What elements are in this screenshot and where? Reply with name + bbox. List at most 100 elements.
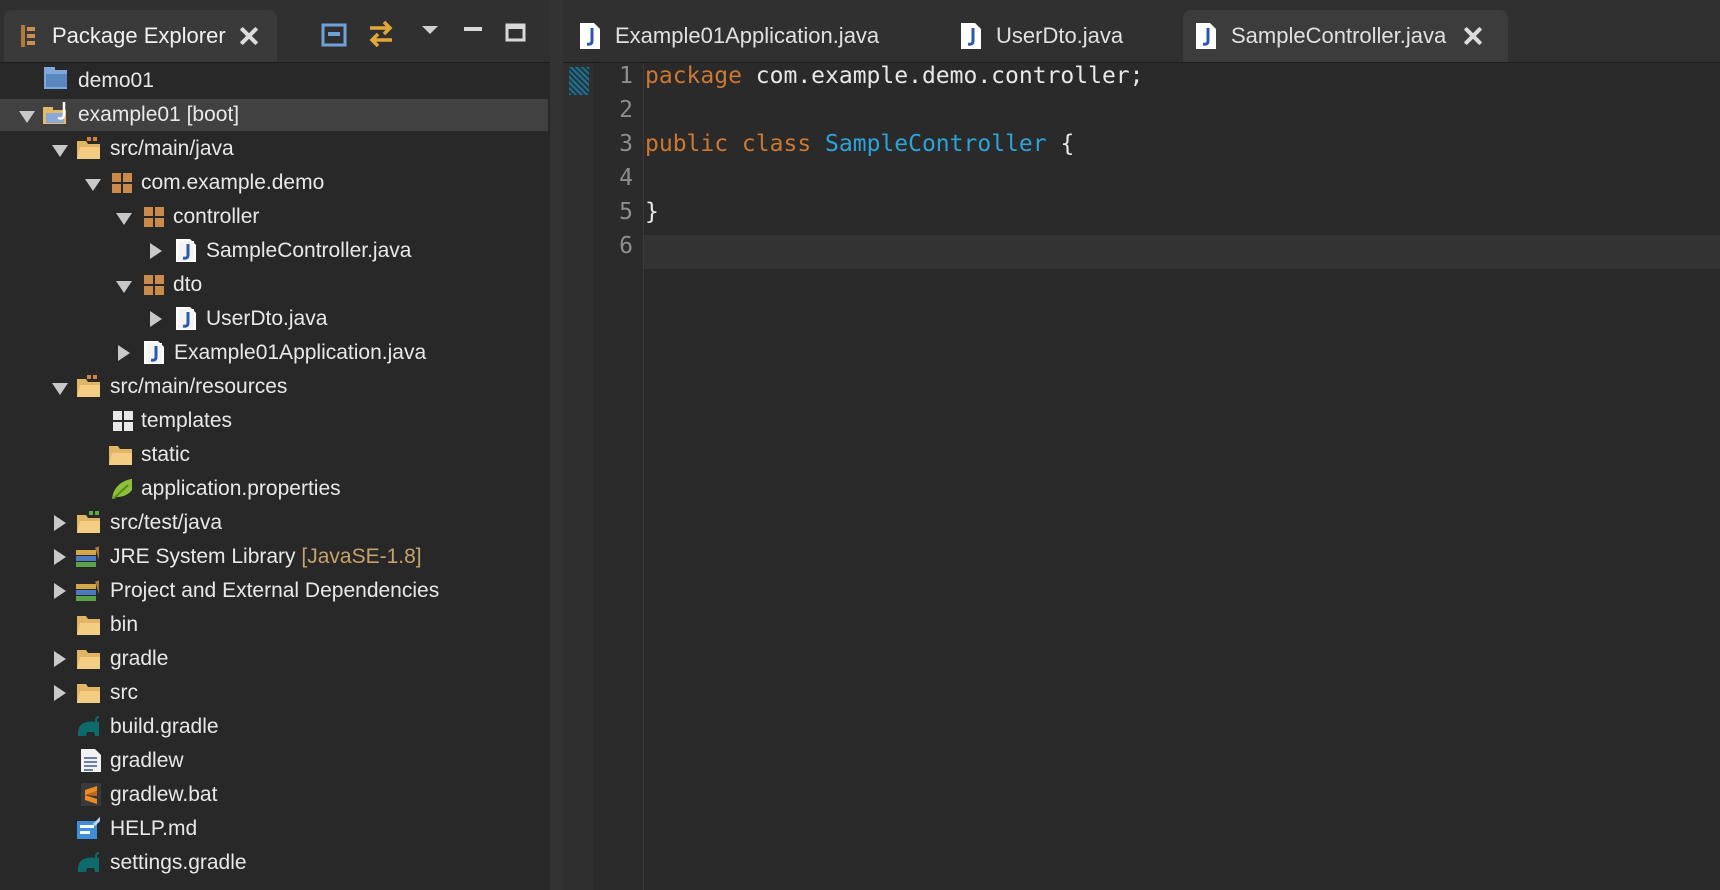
expand-twisty[interactable] — [54, 685, 66, 701]
gradle-elephant-icon — [77, 852, 99, 872]
source-folder-icon — [77, 511, 100, 533]
tree-item-samplecontroller[interactable]: SampleController.java — [0, 235, 548, 267]
tab-example01application[interactable]: Example01Application.java — [567, 10, 907, 62]
tree-item-label: settings.gradle — [110, 851, 247, 874]
keyword: public class — [645, 131, 812, 157]
folder-icon — [77, 684, 100, 703]
tab-userdto[interactable]: UserDto.java — [948, 10, 1148, 62]
minimize-icon[interactable] — [462, 24, 486, 36]
overview-ruler — [563, 63, 593, 890]
panel-splitter[interactable] — [550, 0, 564, 890]
expand-twisty[interactable] — [118, 345, 130, 361]
class-name: SampleController — [825, 131, 1047, 157]
tree-item-static[interactable]: static — [0, 439, 548, 471]
java-file-icon — [144, 341, 164, 364]
line-number: 1 — [619, 63, 633, 89]
code-line-1: package com.example.demo.controller; — [645, 63, 1144, 89]
tree-item-label: static — [141, 443, 191, 466]
tree-item-build-gradle[interactable]: build.gradle — [0, 711, 548, 743]
tree-item-label: application.properties — [141, 477, 341, 500]
tree-item-label: src — [110, 681, 138, 704]
link-with-editor-icon[interactable] — [364, 18, 398, 50]
expand-twisty[interactable] — [19, 111, 35, 123]
tree-item-label: src/main/resources — [110, 375, 288, 398]
code-line-5: } — [645, 199, 659, 225]
java-file-icon — [176, 239, 196, 262]
tree-item-label: JRE System Library [JavaSE-1.8] — [110, 545, 422, 568]
tab-label: UserDto.java — [996, 23, 1124, 48]
tree-item-gradle[interactable]: gradle — [0, 643, 548, 675]
tree-item-gradlew[interactable]: gradlew — [0, 745, 548, 777]
tab-label: SampleController.java — [1231, 23, 1447, 48]
maximize-icon[interactable] — [504, 22, 528, 46]
tree-item-gradlew-bat[interactable]: gradlew.bat — [0, 779, 548, 811]
library-decoration: [JavaSE-1.8] — [301, 545, 422, 568]
expand-twisty[interactable] — [52, 145, 68, 157]
library-icon — [76, 546, 99, 567]
code-editor[interactable]: 1 2 3 4 5 6 package com.example.demo.con… — [563, 63, 1720, 890]
tree-item-src[interactable]: src — [0, 677, 548, 709]
tree-item-label: bin — [110, 613, 139, 636]
tree-item-label: SampleController.java — [206, 239, 412, 262]
expand-twisty[interactable] — [150, 311, 162, 327]
expand-twisty[interactable] — [116, 213, 132, 225]
tree-item-src-test-java[interactable]: src/test/java — [0, 507, 548, 539]
tree-item-settings-gradle[interactable]: settings.gradle — [0, 847, 548, 879]
tab-label: Example01Application.java — [615, 23, 880, 48]
tree-item-bin[interactable]: bin — [0, 609, 548, 641]
tree-item-help-md[interactable]: HELP.md — [0, 813, 548, 845]
expand-twisty[interactable] — [54, 549, 66, 565]
java-file-icon — [961, 23, 981, 49]
tree-item-label: templates — [141, 409, 233, 432]
tree-item-label: src/main/java — [110, 137, 234, 160]
expand-twisty[interactable] — [54, 651, 66, 667]
expand-twisty[interactable] — [54, 515, 66, 531]
project-folder-icon — [44, 67, 67, 89]
line-number: 3 — [619, 131, 633, 157]
expand-twisty[interactable] — [54, 583, 66, 599]
tree-item-example01[interactable]: example01 [boot] — [0, 99, 548, 131]
gradle-project-icon — [43, 102, 66, 124]
package-explorer-tab[interactable]: Package Explorer — [4, 10, 277, 62]
expand-twisty[interactable] — [150, 243, 162, 259]
package-explorer-header: Package Explorer — [0, 0, 555, 63]
source-folder-icon — [77, 375, 100, 397]
tree-item-label: gradlew — [110, 749, 184, 772]
tree-item-application-properties[interactable]: application.properties — [0, 473, 548, 505]
folder-icon — [109, 446, 132, 465]
tree-item-dependencies[interactable]: Project and External Dependencies — [0, 575, 548, 607]
expand-twisty[interactable] — [52, 383, 68, 395]
tree-item-label: example01 [boot] — [78, 103, 240, 126]
gradle-elephant-icon — [77, 716, 99, 736]
view-menu-icon[interactable] — [420, 24, 440, 38]
brace-close: } — [645, 199, 659, 225]
folder-icon — [77, 616, 100, 635]
tree-item-src-main-resources[interactable]: src/main/resources — [0, 371, 548, 403]
close-icon[interactable] — [240, 27, 258, 45]
tree-item-label: gradlew.bat — [110, 783, 218, 806]
spring-leaf-icon — [111, 478, 132, 499]
tree-item-userdto[interactable]: UserDto.java — [0, 303, 548, 335]
java-file-icon — [580, 23, 600, 49]
collapse-all-icon[interactable] — [320, 20, 350, 50]
tree-item-templates[interactable]: templates — [0, 405, 548, 437]
tree-item-example01application[interactable]: Example01Application.java — [0, 337, 548, 369]
java-file-icon — [176, 307, 196, 330]
tree-item-jre-library[interactable]: JRE System Library [JavaSE-1.8] — [0, 541, 548, 573]
line-number: 4 — [619, 165, 633, 191]
tree-item-com-example-demo[interactable]: com.example.demo — [0, 167, 548, 199]
tree-item-src-main-java[interactable]: src/main/java — [0, 133, 548, 165]
tree-item-controller[interactable]: controller — [0, 201, 548, 233]
expand-twisty[interactable] — [85, 179, 101, 191]
current-line-highlight — [644, 235, 1720, 269]
close-icon[interactable] — [1464, 27, 1482, 45]
line-number: 2 — [619, 97, 633, 123]
tree-item-demo01[interactable]: demo01 — [0, 65, 548, 97]
expand-twisty[interactable] — [116, 281, 132, 293]
tree-item-label: com.example.demo — [141, 171, 325, 194]
code-line-3: public class SampleController { — [645, 131, 1074, 157]
java-file-icon — [1196, 23, 1216, 49]
tree-item-dto[interactable]: dto — [0, 269, 548, 301]
templates-folder-icon — [113, 411, 133, 431]
tab-samplecontroller[interactable]: SampleController.java — [1183, 10, 1508, 62]
